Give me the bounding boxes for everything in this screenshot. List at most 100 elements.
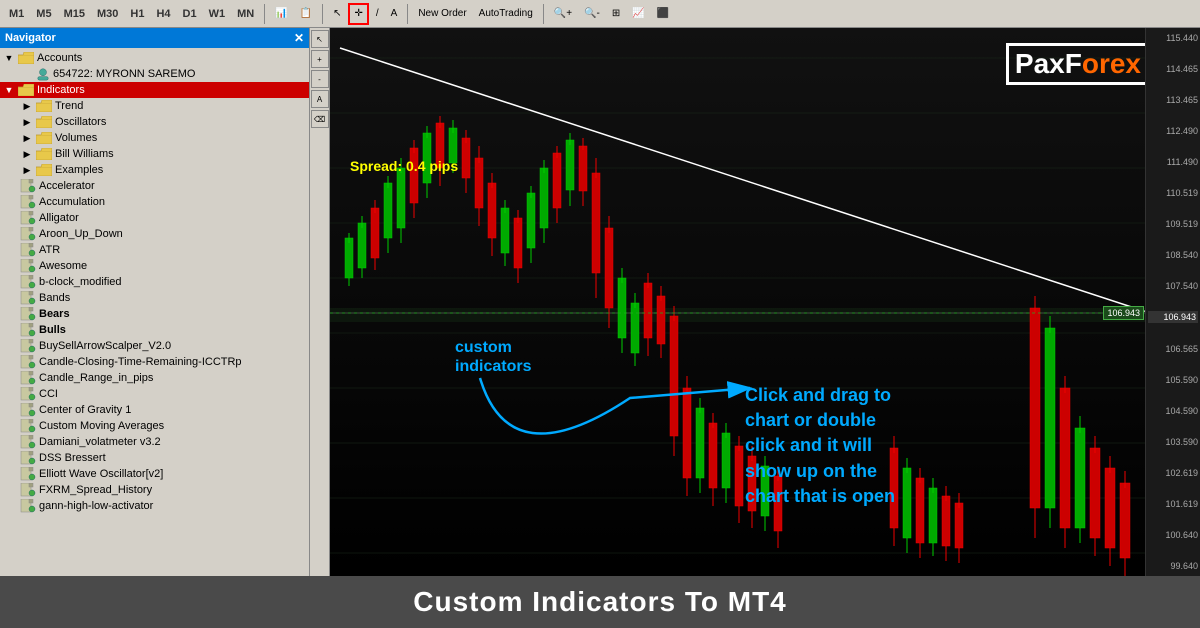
price-104: 104.590	[1148, 406, 1198, 416]
price-scale: 115.440 114.465 113.465 112.490 111.490 …	[1145, 28, 1200, 576]
ex-folder-icon	[36, 164, 52, 176]
accounts-group[interactable]: ▼ Accounts	[0, 50, 309, 66]
indicators-expand-icon: ▼	[2, 83, 16, 97]
autotrading-btn[interactable]: AutoTrading	[474, 3, 538, 25]
volume-btn[interactable]: 📈	[627, 3, 649, 25]
indicators-folder-icon	[18, 84, 34, 96]
indicator-item-14[interactable]: Center of Gravity 1	[0, 402, 309, 418]
zoom-in-btn[interactable]: 🔍+	[549, 3, 577, 25]
file-icon	[20, 211, 36, 225]
account-user-label: 654722: MYRONN SAREMO	[53, 68, 195, 80]
new-order-btn[interactable]: New Order	[413, 3, 471, 25]
tf-h1[interactable]: H1	[125, 7, 149, 21]
accounts-expand-icon: ▼	[2, 51, 16, 65]
indicator-item-18[interactable]: Elliott Wave Oscillator[v2]	[0, 466, 309, 482]
rt-eraser[interactable]: ⌫	[311, 110, 329, 128]
bw-expand-icon: ▶	[20, 147, 34, 161]
file-icon	[20, 435, 36, 449]
indicator-item-7[interactable]: Bands	[0, 290, 309, 306]
tf-m30[interactable]: M30	[92, 7, 123, 21]
tf-h4[interactable]: H4	[151, 7, 175, 21]
tf-m1[interactable]: M1	[4, 7, 29, 21]
indicator-item-1[interactable]: Accumulation	[0, 194, 309, 210]
rt-minus[interactable]: -	[311, 70, 329, 88]
indicator-item-16[interactable]: Damiani_volatmeter v3.2	[0, 434, 309, 450]
trend-expand-icon: ▶	[20, 99, 34, 113]
navigator-title: Navigator	[5, 32, 56, 44]
sep2	[322, 4, 323, 24]
indicator-item-17[interactable]: DSS Bressert	[0, 450, 309, 466]
file-icon	[20, 499, 36, 513]
ind-examples[interactable]: ▶ Examples	[0, 162, 309, 178]
indicator-item-10[interactable]: BuySellArrowScalper_V2.0	[0, 338, 309, 354]
sep1	[264, 4, 265, 24]
pax-text: Pax	[1015, 48, 1065, 79]
ind-billwilliams[interactable]: ▶ Bill Williams	[0, 146, 309, 162]
indicator-item-8[interactable]: Bears	[0, 306, 309, 322]
cursor-btn[interactable]: ↖	[328, 3, 346, 25]
price-102: 102.619	[1148, 468, 1198, 478]
grid-btn[interactable]: ⊞	[607, 3, 625, 25]
indicator-item-0[interactable]: Accelerator	[0, 178, 309, 194]
tf-d1[interactable]: D1	[178, 7, 202, 21]
price-113: 113.465	[1148, 95, 1198, 105]
price-114: 114.465	[1148, 64, 1198, 74]
trend-label: Trend	[55, 100, 83, 112]
account-icon	[36, 67, 50, 81]
indicator-item-19[interactable]: FXRM_Spread_History	[0, 482, 309, 498]
indicator-item-5[interactable]: Awesome	[0, 258, 309, 274]
file-icon	[20, 323, 36, 337]
tf-w1[interactable]: W1	[204, 7, 231, 21]
price-105: 105.590	[1148, 375, 1198, 385]
indicators-group[interactable]: ▼ Indicators	[0, 82, 309, 98]
zoom-out-btn[interactable]: 🔍-	[579, 3, 605, 25]
crosshair-btn[interactable]: ✛	[348, 3, 368, 25]
rt-cursor[interactable]: ↖	[311, 30, 329, 48]
file-icon	[20, 387, 36, 401]
indicator-item-2[interactable]: Alligator	[0, 210, 309, 226]
indicator-item-9[interactable]: Bulls	[0, 322, 309, 338]
file-icon	[20, 227, 36, 241]
line-btn[interactable]: /	[371, 3, 384, 25]
indicator-item-12[interactable]: Candle_Range_in_pips	[0, 370, 309, 386]
text-btn[interactable]: A	[386, 3, 403, 25]
tf-m15[interactable]: M15	[59, 7, 90, 21]
file-icon	[20, 275, 36, 289]
file-icon	[20, 339, 36, 353]
ind-trend[interactable]: ▶ Trend	[0, 98, 309, 114]
account-item[interactable]: 654722: MYRONN SAREMO	[0, 66, 309, 82]
chart-type-btn[interactable]: 📊	[270, 3, 292, 25]
bw-folder-icon	[36, 148, 52, 160]
rt-a[interactable]: A	[311, 90, 329, 108]
indicators-label: Indicators	[37, 84, 85, 96]
indicator-item-15[interactable]: Custom Moving Averages	[0, 418, 309, 434]
forex-rest-text: orex	[1082, 48, 1141, 79]
indicator-item-13[interactable]: CCI	[0, 386, 309, 402]
chart-area[interactable]: USDJPY,Daily 106.114 107.001 105.829 106…	[330, 28, 1200, 576]
navigator-panel: Navigator ✕ ▼ Accounts 654722: MYRONN SA…	[0, 28, 310, 576]
file-icon	[20, 291, 36, 305]
indicator-item-4[interactable]: ATR	[0, 242, 309, 258]
sep4	[543, 4, 544, 24]
file-icon	[20, 179, 36, 193]
ind-oscillators[interactable]: ▶ Oscillators	[0, 114, 309, 130]
ind-volumes[interactable]: ▶ Volumes	[0, 130, 309, 146]
indicator-item-3[interactable]: Aroon_Up_Down	[0, 226, 309, 242]
price-108: 108.540	[1148, 250, 1198, 260]
indicator-item-20[interactable]: gann-high-low-activator	[0, 498, 309, 514]
bottom-title: Custom Indicators To MT4	[413, 586, 787, 618]
tf-mn[interactable]: MN	[232, 7, 259, 21]
price-115: 115.440	[1148, 33, 1198, 43]
period-btn[interactable]: 📋	[295, 3, 317, 25]
volumes-label: Volumes	[55, 132, 97, 144]
tf-m5[interactable]: M5	[31, 7, 56, 21]
rt-zoom[interactable]: +	[311, 50, 329, 68]
terminal-btn[interactable]: ⬛	[652, 3, 674, 25]
file-icon	[20, 355, 36, 369]
indicator-item-11[interactable]: Candle-Closing-Time-Remaining-ICCTRp	[0, 354, 309, 370]
indicator-item-6[interactable]: b-clock_modified	[0, 274, 309, 290]
accounts-folder-icon	[18, 52, 34, 64]
price-107: 107.540	[1148, 281, 1198, 291]
file-icon	[20, 259, 36, 273]
navigator-close-btn[interactable]: ✕	[294, 31, 304, 45]
